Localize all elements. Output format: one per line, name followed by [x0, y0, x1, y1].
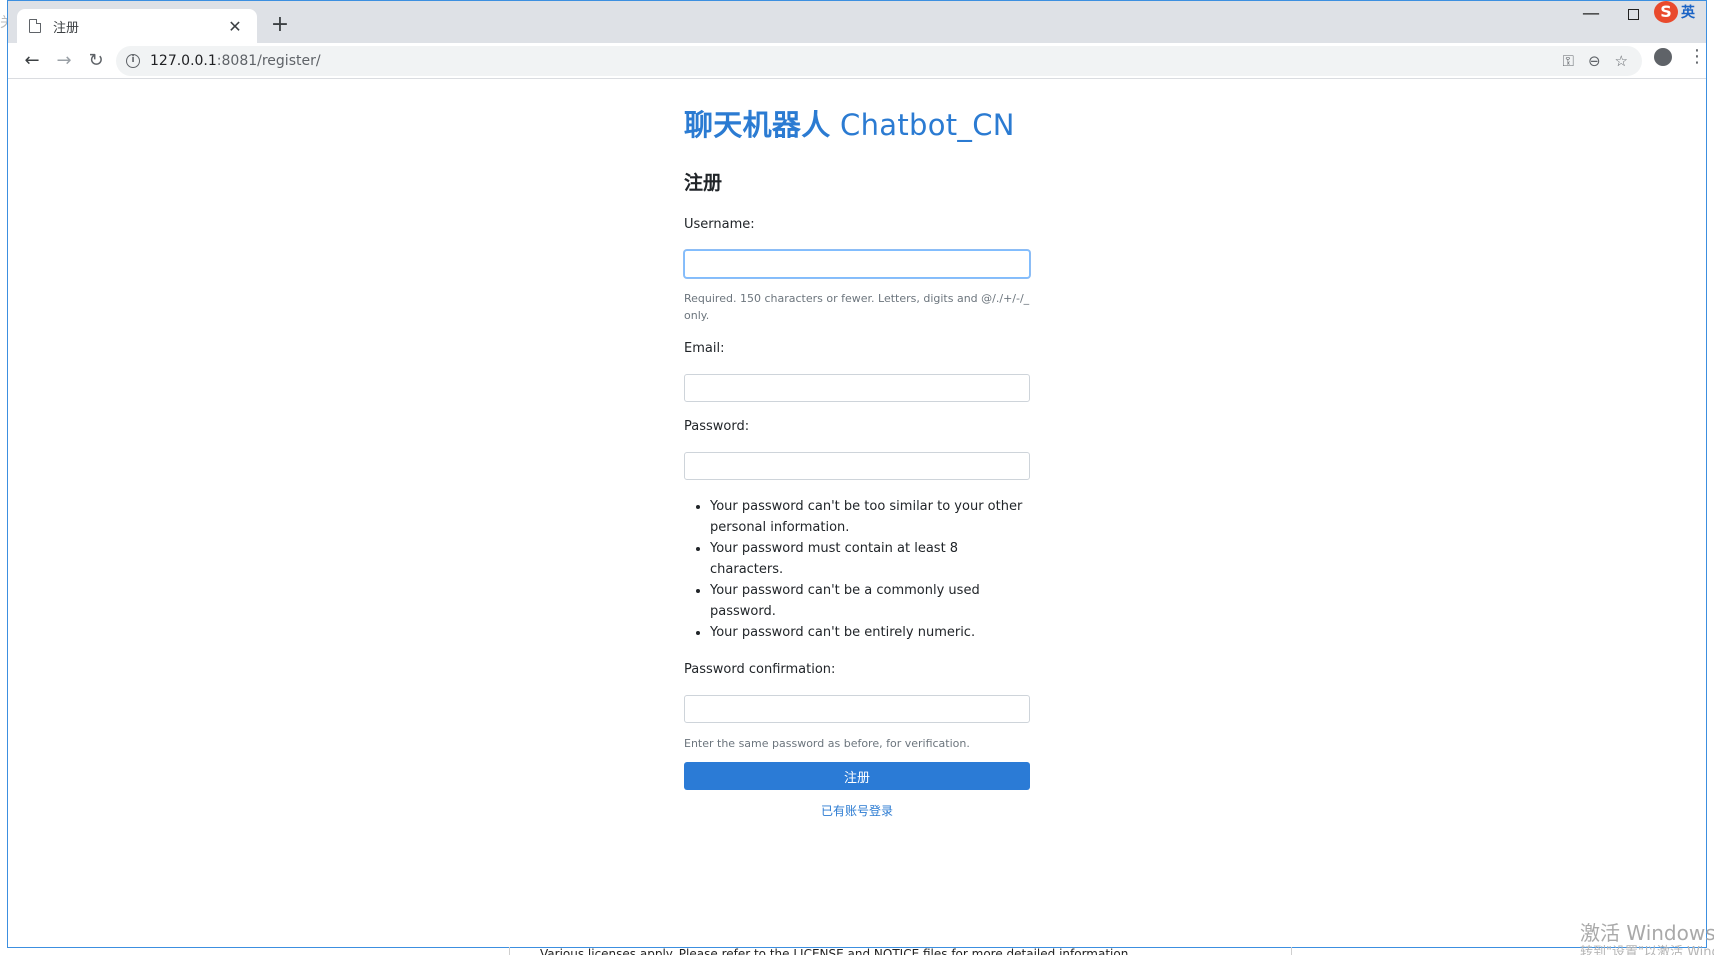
new-tab-button[interactable]: +	[267, 12, 293, 38]
password-label: Password:	[684, 419, 750, 434]
url-host: 127.0.0.1	[150, 53, 217, 69]
password-input[interactable]	[684, 452, 1030, 480]
browser-window: 注册 ✕ + — S 英 ← → ↻ i 127.0.0.1:8081/regi…	[7, 0, 1707, 948]
password-confirm-label: Password confirmation:	[684, 662, 836, 677]
ime-indicator[interactable]: S 英	[1654, 1, 1704, 23]
site-title-en: Chatbot_CN	[830, 108, 1015, 142]
close-icon[interactable]: ✕	[225, 17, 245, 36]
username-input[interactable]	[684, 250, 1030, 278]
address-bar[interactable]: i 127.0.0.1:8081/register/ ⚿ ⊖ ☆	[116, 46, 1642, 76]
star-icon[interactable]: ☆	[1615, 52, 1628, 70]
form-heading: 注册	[684, 172, 723, 194]
password-rules: Your password can't be too similar to yo…	[684, 496, 1030, 643]
password-rule: Your password can't be too similar to yo…	[710, 496, 1030, 538]
password-rule: Your password can't be a commonly used p…	[710, 580, 1030, 622]
tab-title: 注册	[53, 20, 80, 36]
profile-icon[interactable]	[1654, 48, 1672, 66]
minimize-button[interactable]: —	[1582, 3, 1600, 24]
background-divider	[1291, 947, 1292, 955]
page-icon	[29, 19, 41, 33]
page-content: 聊天机器人 Chatbot_CN 注册 Username: Required. …	[8, 80, 1706, 947]
activation-watermark-sub: 转到"设置"以激活 Windows。	[1580, 945, 1714, 955]
tab-strip: 注册 ✕ + — S 英	[8, 1, 1706, 43]
password-confirm-input[interactable]	[684, 695, 1030, 723]
license-text: Various licenses apply. Please refer to …	[540, 947, 1133, 955]
password-confirm-help: Enter the same password as before, for v…	[684, 737, 970, 750]
maximize-button[interactable]	[1628, 9, 1639, 20]
forward-arrow-icon[interactable]: →	[49, 46, 79, 76]
site-title[interactable]: 聊天机器人 Chatbot_CN	[684, 102, 1030, 144]
back-arrow-icon[interactable]: ←	[17, 46, 47, 76]
reload-icon[interactable]: ↻	[81, 46, 111, 76]
email-input[interactable]	[684, 374, 1030, 402]
background-divider	[509, 947, 510, 955]
password-rule: Your password can't be entirely numeric.	[710, 622, 1030, 643]
zoom-icon[interactable]: ⊖	[1588, 52, 1601, 70]
key-icon[interactable]: ⚿	[1563, 52, 1574, 70]
site-title-cn: 聊天机器人	[684, 108, 831, 142]
register-submit-button[interactable]: 注册	[684, 762, 1030, 790]
ime-mode: 英	[1681, 5, 1695, 21]
sogou-icon: S	[1654, 1, 1678, 23]
tab-register[interactable]: 注册 ✕	[17, 9, 257, 43]
omnibox-actions: ⚿ ⊖ ☆	[1563, 46, 1628, 76]
email-label: Email:	[684, 341, 725, 356]
password-rule: Your password must contain at least 8 ch…	[710, 538, 1030, 580]
url-text: 127.0.0.1:8081/register/	[150, 53, 321, 69]
menu-icon[interactable]: ⋮	[1688, 47, 1706, 67]
url-path: :8081/register/	[216, 53, 321, 69]
browser-toolbar: ← → ↻ i 127.0.0.1:8081/register/ ⚿ ⊖ ☆ ⋮	[8, 43, 1706, 79]
username-help: Required. 150 characters or fewer. Lette…	[684, 292, 1030, 322]
info-icon[interactable]: i	[126, 54, 140, 68]
login-link[interactable]: 已有账号登录	[684, 802, 1030, 819]
username-label: Username:	[684, 217, 755, 232]
register-form: 聊天机器人 Chatbot_CN 注册 Username: Required. …	[684, 102, 1030, 819]
